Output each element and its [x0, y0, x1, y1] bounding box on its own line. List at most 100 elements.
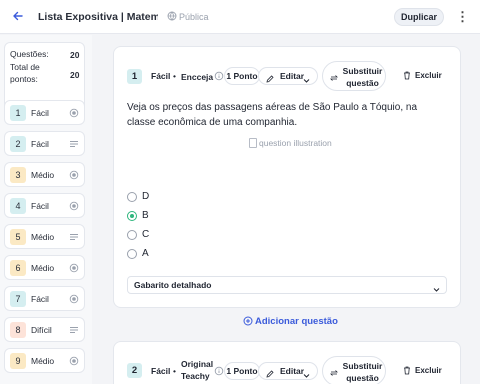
question-difficulty: Médio: [31, 170, 55, 180]
swap-icon: [330, 73, 338, 81]
edit-dropdown-button[interactable]: Editar: [258, 362, 318, 380]
separator-dot: •: [173, 71, 176, 81]
question-statement: Veja os preços das passagens aéreas de S…: [127, 102, 418, 128]
replace-label: Substituir questão: [342, 361, 383, 383]
chevron-down-icon: [303, 73, 310, 83]
radio-button-selected[interactable]: [127, 211, 137, 221]
swap-icon: [330, 368, 338, 376]
info-icon[interactable]: [214, 71, 224, 81]
top-bar: Lista Expositiva | Matemática Pública Du…: [0, 0, 480, 34]
questions-count-label: Questões:: [10, 49, 49, 59]
chevron-down-icon: [433, 282, 440, 292]
question-difficulty: Fácil: [31, 139, 49, 149]
radio-button[interactable]: [127, 192, 137, 202]
question-number: 6: [10, 260, 26, 276]
answer-key-dropdown[interactable]: Gabarito detalhado: [127, 276, 447, 294]
trash-icon: [403, 71, 411, 80]
question-nav-item[interactable]: 8 Difícil: [4, 317, 85, 342]
question-image: question illustration: [249, 138, 332, 148]
multiple-choice-icon: [69, 356, 79, 366]
back-arrow-icon[interactable]: [11, 10, 25, 24]
delete-label: Excluir: [415, 366, 442, 375]
replace-question-button[interactable]: Substituir questão: [322, 356, 386, 384]
sidebar: Questões: 20 Total de pontos: 20 1 Fácil…: [0, 35, 92, 384]
pencil-icon: [266, 72, 274, 83]
question-nav-item[interactable]: 6 Médio: [4, 255, 85, 280]
question-number: 8: [10, 322, 26, 338]
trash-icon: [403, 366, 411, 375]
visibility-label: Pública: [179, 12, 209, 22]
delete-button[interactable]: Excluir: [403, 71, 442, 80]
radio-button[interactable]: [127, 230, 137, 240]
multiple-choice-icon: [69, 170, 79, 180]
question-nav-item[interactable]: 4 Fácil: [4, 193, 85, 218]
question-difficulty: Fácil: [151, 71, 171, 81]
multiple-choice-icon: [69, 294, 79, 304]
delete-label: Excluir: [415, 71, 442, 80]
info-icon[interactable]: [214, 366, 224, 376]
edit-label: Editar: [280, 366, 305, 376]
replace-question-button[interactable]: Substituir questão: [322, 61, 386, 91]
question-difficulty: Médio: [31, 232, 55, 242]
question-nav-item[interactable]: 5 Médio: [4, 224, 85, 249]
multiple-choice-icon: [69, 201, 79, 211]
text-answer-icon: [69, 139, 79, 149]
total-points-label: Total de pontos:: [10, 62, 40, 84]
multiple-choice-icon: [69, 263, 79, 273]
total-points-value: 20: [70, 70, 80, 80]
page-title: Lista Expositiva | Matemática: [38, 11, 158, 23]
question-source: Original Teachy: [181, 359, 214, 381]
question-card: 1 Fácil • Encceja 1 Ponto Editar Substit…: [113, 46, 461, 308]
question-number-badge: 1: [127, 69, 142, 84]
image-alt-text: question illustration: [259, 138, 332, 148]
multiple-choice-icon: [69, 108, 79, 118]
question-card: 2 Fácil • Original Teachy 1 Ponto Editar…: [113, 341, 461, 384]
broken-image-icon: [249, 138, 257, 148]
question-number: 9: [10, 353, 26, 369]
question-source: Encceja: [181, 72, 214, 82]
duplicate-button[interactable]: Duplicar: [394, 8, 444, 26]
more-options-icon[interactable]: ⋮: [456, 8, 469, 26]
replace-label: Substituir questão: [342, 66, 383, 88]
pencil-icon: [266, 367, 274, 378]
add-question-label: Adicionar questão: [255, 316, 338, 327]
edit-dropdown-button[interactable]: Editar: [258, 67, 318, 85]
question-number: 7: [10, 291, 26, 307]
question-nav-item[interactable]: 3 Médio: [4, 162, 85, 187]
question-difficulty: Médio: [31, 263, 55, 273]
option-label: A: [142, 248, 149, 259]
question-number-badge: 2: [127, 363, 142, 378]
question-number: 3: [10, 167, 26, 183]
question-nav-item[interactable]: 9 Médio: [4, 348, 85, 373]
points-badge: 1 Ponto: [224, 362, 260, 380]
question-difficulty: Difícil: [31, 325, 52, 335]
option-label: B: [142, 210, 149, 221]
chevron-down-icon: [303, 368, 310, 378]
question-number: 2: [10, 136, 26, 152]
question-nav-item[interactable]: 7 Fácil: [4, 286, 85, 311]
question-nav-item[interactable]: 1 Fácil: [4, 100, 85, 125]
option-label: C: [142, 229, 150, 240]
question-difficulty: Fácil: [31, 294, 49, 304]
edit-label: Editar: [280, 71, 305, 81]
question-number: 1: [10, 105, 26, 121]
question-difficulty: Fácil: [151, 366, 171, 376]
answer-key-label: Gabarito detalhado: [134, 280, 212, 290]
question-number: 4: [10, 198, 26, 214]
question-number: 5: [10, 229, 26, 245]
question-difficulty: Fácil: [31, 108, 49, 118]
points-badge: 1 Ponto: [224, 67, 260, 85]
radio-button[interactable]: [127, 249, 137, 259]
option-label: D: [142, 191, 150, 202]
question-nav-item[interactable]: 2 Fácil: [4, 131, 85, 156]
separator-dot: •: [173, 366, 176, 376]
text-answer-icon: [69, 325, 79, 335]
globe-icon: [167, 11, 177, 21]
delete-button[interactable]: Excluir: [403, 366, 442, 375]
questions-count-value: 20: [70, 50, 80, 60]
add-question-button[interactable]: Adicionar questão: [243, 316, 338, 327]
plus-circle-icon: [243, 316, 253, 326]
question-difficulty: Médio: [31, 356, 55, 366]
text-answer-icon: [69, 232, 79, 242]
question-difficulty: Fácil: [31, 201, 49, 211]
